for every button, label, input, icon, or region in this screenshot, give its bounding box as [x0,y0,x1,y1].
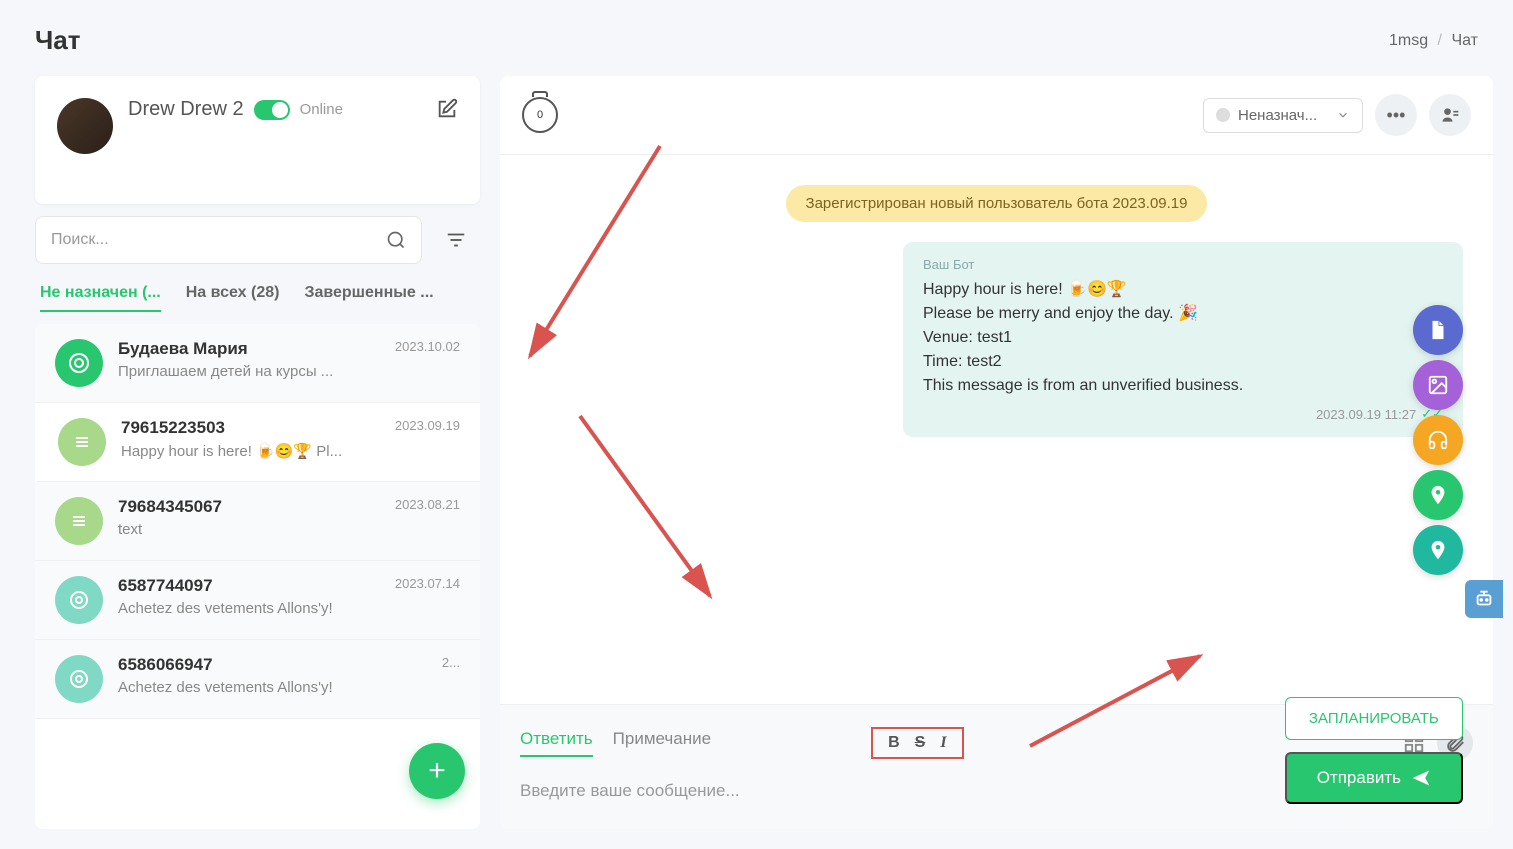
chat-list: Будаева Мария Приглашаем детей на курсы … [35,324,480,829]
new-chat-button[interactable]: + [409,743,465,799]
schedule-button[interactable]: ЗАПЛАНИРОВАТЬ [1285,697,1463,740]
tab-reply[interactable]: Ответить [520,729,593,757]
user-card: Drew Drew 2 Online [35,76,480,204]
chat-item[interactable]: 79615223503 Happy hour is here! 🍺😊🏆 Pl..… [35,403,480,482]
chat-header: 0 Неназнач... ••• [500,76,1493,155]
status-text: Online [300,101,343,118]
at-icon [67,667,91,691]
message-bubble: Ваш Бот Happy hour is here! 🍺😊🏆 Please b… [903,242,1463,437]
chat-name: 6586066947 [118,655,460,675]
chat-date: 2023.10.02 [395,339,460,354]
headphones-icon [1427,429,1449,451]
layers-icon [70,430,94,454]
chat-item[interactable]: 6586066947 Achetez des vetements Allons'… [35,640,480,719]
system-message: Зарегистрирован новый пользователь бота … [786,185,1208,222]
chat-preview: Приглашаем детей на курсы ... [118,363,460,380]
assign-label: Неназнач... [1238,107,1328,124]
assign-status-dot [1216,108,1230,122]
chat-item[interactable]: Будаева Мария Приглашаем детей на курсы … [35,324,480,403]
edit-icon[interactable] [436,98,458,120]
chat-preview: Achetez des vetements Allons'y! [118,679,460,696]
robot-assistant-button[interactable] [1465,580,1503,618]
filter-button[interactable] [432,216,480,264]
chat-date: 2... [442,655,460,670]
image-icon [1427,374,1449,396]
contact-button[interactable] [1429,94,1471,136]
page-title: Чат [35,25,80,56]
tag-button[interactable] [1413,525,1463,575]
at-icon [67,588,91,612]
search-icon[interactable] [386,230,406,250]
chevron-down-icon [1336,108,1350,122]
send-button[interactable]: Отправить [1285,752,1463,804]
pin-icon [1427,484,1449,506]
chat-date: 2023.09.19 [395,418,460,433]
send-label: Отправить [1317,768,1401,788]
user-name: Drew Drew 2 [128,98,244,121]
timer-value: 0 [537,109,543,121]
location-button[interactable] [1413,470,1463,520]
sync-icon [67,351,91,375]
chat-date: 2023.07.14 [395,576,460,591]
format-toolbar: B S I [871,727,963,759]
more-button[interactable]: ••• [1375,94,1417,136]
chat-avatar [55,497,103,545]
tag-icon [1427,539,1449,561]
assign-select[interactable]: Неназнач... [1203,98,1363,133]
contact-icon [1440,105,1460,125]
breadcrumb-root[interactable]: 1msg [1389,32,1428,49]
action-bubbles [1413,305,1463,575]
chat-avatar [58,418,106,466]
robot-icon [1473,588,1495,610]
chat-avatar [55,339,103,387]
message-text: Happy hour is here! 🍺😊🏆 Please be merry … [923,278,1443,398]
document-button[interactable] [1413,305,1463,355]
chat-preview: Happy hour is here! 🍺😊🏆 Pl... [121,442,460,460]
chat-preview: text [118,521,460,538]
tab-completed[interactable]: Завершенные ... [304,276,433,312]
chat-avatar [55,655,103,703]
timer-button[interactable]: 0 [522,97,558,133]
dots-icon: ••• [1387,105,1406,126]
image-button[interactable] [1413,360,1463,410]
breadcrumb-current: Чат [1451,32,1478,49]
search-box [35,216,422,264]
audio-button[interactable] [1413,415,1463,465]
tab-unassigned[interactable]: Не назначен (... [40,276,161,312]
filter-icon [445,229,467,251]
chat-preview: Achetez des vetements Allons'y! [118,600,460,617]
message-timestamp: 2023.09.19 11:27 ✓✓ [923,406,1443,422]
avatar[interactable] [57,98,113,154]
search-input[interactable] [51,231,386,249]
online-toggle[interactable] [254,100,290,120]
tab-all[interactable]: На всех (28) [186,276,280,312]
strikethrough-button[interactable]: S [915,734,926,752]
chat-avatar [55,576,103,624]
message-sender: Ваш Бот [923,257,1443,272]
chat-item[interactable]: 79684345067 text 2023.08.21 [35,482,480,561]
chat-item[interactable]: 6587744097 Achetez des vetements Allons'… [35,561,480,640]
document-icon [1427,319,1449,341]
chat-messages: Зарегистрирован новый пользователь бота … [500,155,1493,704]
breadcrumb-separator: / [1438,32,1442,49]
bold-button[interactable]: B [888,734,900,752]
tab-note[interactable]: Примечание [613,729,711,757]
send-icon [1411,768,1431,788]
filter-tabs: Не назначен (... На всех (28) Завершенны… [35,276,480,312]
plus-icon: + [428,754,446,788]
layers-icon [67,509,91,533]
italic-button[interactable]: I [940,734,946,752]
breadcrumb: 1msg / Чат [1389,32,1478,50]
chat-date: 2023.08.21 [395,497,460,512]
